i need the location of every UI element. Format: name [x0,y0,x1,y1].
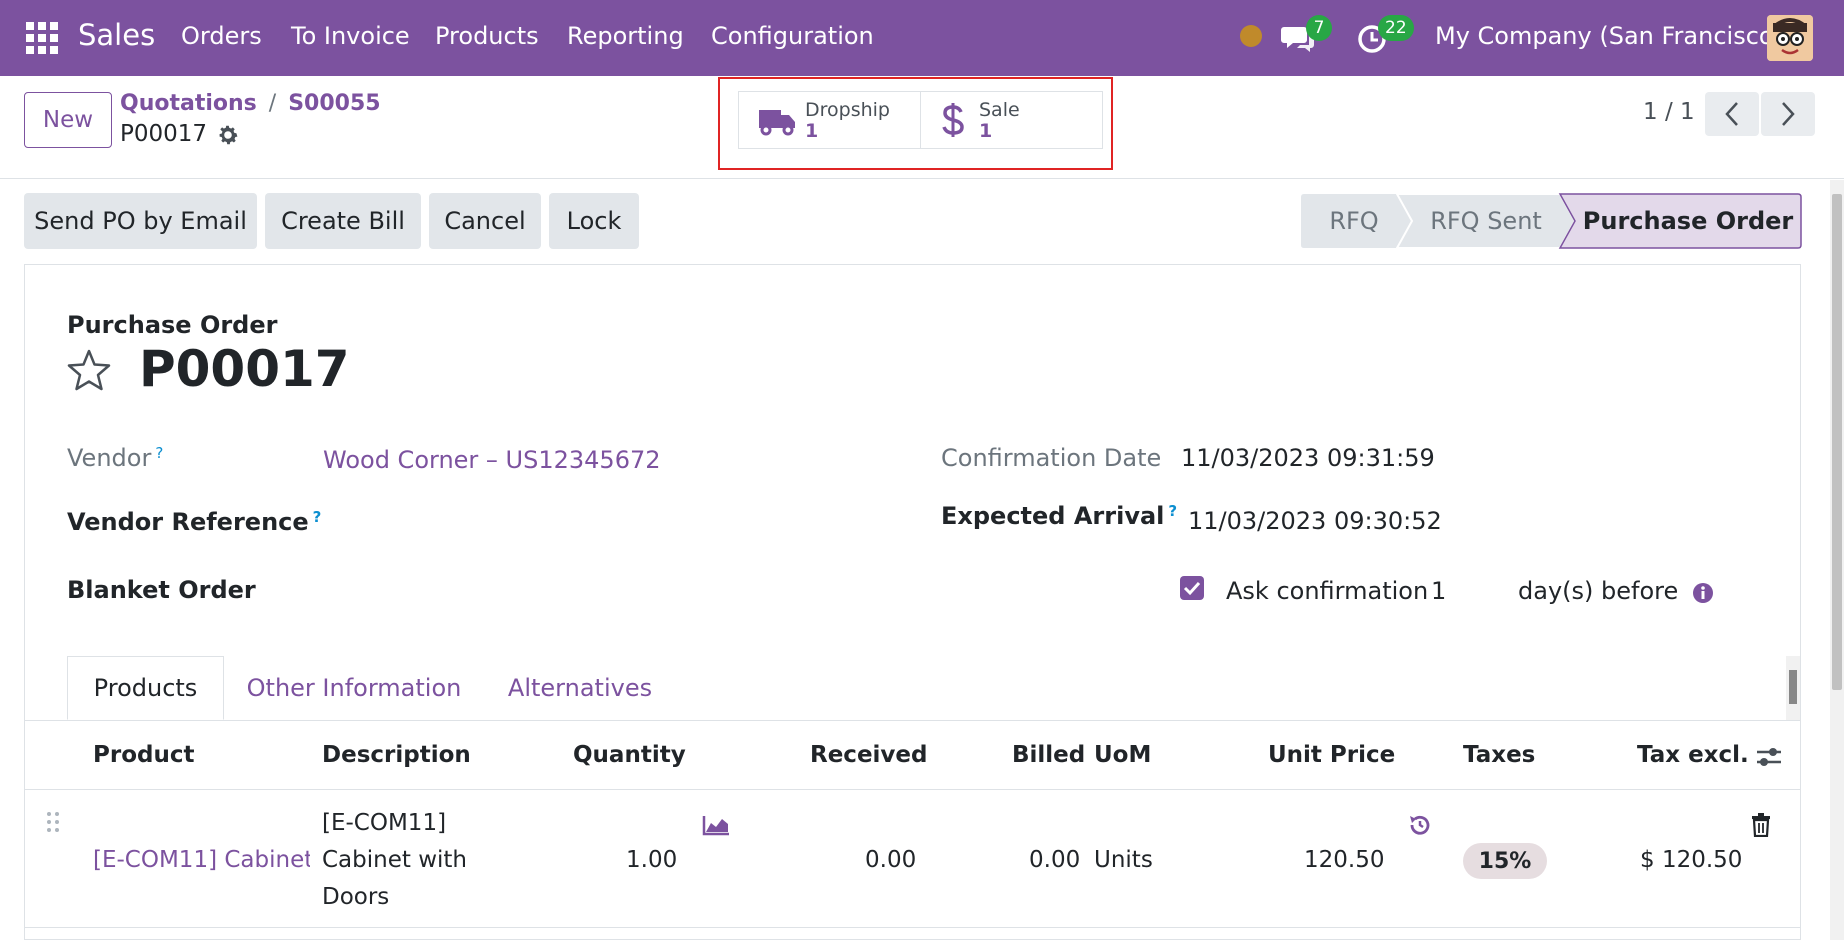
expected-arrival-help-icon[interactable]: ? [1168,502,1177,520]
stage-purchase-order[interactable]: Purchase Order [1575,193,1801,249]
pager-value[interactable]: 1 / 1 [1643,99,1695,125]
column-settings-icon[interactable] [1756,745,1782,769]
breadcrumb-sale-order[interactable]: S00055 [288,91,380,116]
tabs-underline [24,720,1801,721]
vendor-reference-help-icon[interactable]: ? [313,508,322,526]
row-billed: 0.00 [1029,847,1081,873]
app-grid-icon[interactable] [26,22,58,54]
col-taxes[interactable]: Taxes [1463,742,1535,768]
col-uom[interactable]: UoM [1094,742,1151,768]
menu-reporting[interactable]: Reporting [567,22,684,50]
forecast-chart-icon[interactable] [702,814,730,836]
truck-icon [759,110,795,136]
col-product[interactable]: Product [93,742,194,768]
sale-count: 1 [979,120,993,142]
ask-confirmation-days[interactable]: 1 [1431,577,1446,605]
record-name: P00017 [120,121,208,147]
control-panel-divider [0,178,1844,179]
row-description-line-2[interactable]: Cabinet with [322,847,467,873]
row-divider [24,927,1801,928]
days-before-label: day(s) before [1518,577,1679,605]
doc-type-label: Purchase Order [67,311,278,339]
row-description-line-3[interactable]: Doors [322,884,389,910]
header-divider [24,789,1801,790]
record-title: P00017 [139,340,350,398]
menu-orders[interactable]: Orders [181,22,262,50]
menu-to-invoice[interactable]: To Invoice [291,22,410,50]
row-tax-excl: $ 120.50 [1640,847,1743,873]
expected-arrival-value[interactable]: 11/03/2023 09:30:52 [1188,507,1442,535]
confirmation-date-value[interactable]: 11/03/2023 09:31:59 [1181,444,1435,472]
ask-confirmation-checkbox[interactable] [1180,576,1204,600]
confirmation-date-label: Confirmation Date [941,444,1162,472]
star-icon[interactable] [66,348,112,392]
vendor-help-icon[interactable]: ? [155,444,163,462]
create-bill-button[interactable]: Create Bill [265,193,421,249]
company-switcher[interactable]: My Company (San Francisco) [1435,22,1783,50]
trash-icon[interactable] [1751,813,1771,837]
menu-configuration[interactable]: Configuration [711,22,874,50]
breadcrumb-quotations[interactable]: Quotations [120,91,257,116]
user-avatar[interactable] [1767,15,1813,61]
tab-alternatives[interactable]: Alternatives [490,656,670,720]
price-history-icon[interactable] [1408,813,1432,837]
stage-rfq-sent[interactable]: RFQ Sent [1412,193,1560,249]
tab-scrollbar[interactable] [1786,656,1800,720]
dropship-label: Dropship [805,99,890,121]
chevron-left-icon [1725,102,1738,126]
pager-next-button[interactable] [1761,92,1815,136]
tab-other-information[interactable]: Other Information [232,656,476,720]
lock-button[interactable]: Lock [549,193,639,249]
row-unit-price[interactable]: 120.50 [1304,847,1384,873]
status-dot-icon[interactable] [1240,25,1262,47]
app-brand[interactable]: Sales [78,18,155,52]
col-description[interactable]: Description [322,742,471,768]
row-uom[interactable]: Units [1094,847,1153,873]
vendor-value[interactable]: Wood Corner – US12345672 [323,446,661,474]
col-tax-excl[interactable]: Tax excl. [1637,742,1749,768]
new-button[interactable]: New [24,92,112,148]
dropship-count: 1 [805,120,819,142]
tab-products[interactable]: Products [67,656,224,720]
info-icon[interactable] [1692,582,1714,604]
row-product[interactable]: [E-COM11] Cabinet w [93,847,310,873]
menu-products[interactable]: Products [435,22,539,50]
vendor-label: Vendor? [67,444,164,472]
send-po-email-button[interactable]: Send PO by Email [24,193,257,249]
sale-label: Sale [979,99,1020,121]
page-scrollbar[interactable] [1830,180,1844,940]
messages-badge: 7 [1306,15,1332,41]
dropship-smart-button[interactable]: Dropship 1 [738,91,921,149]
col-quantity[interactable]: Quantity [573,742,686,768]
gear-icon[interactable] [216,123,240,147]
activities-badge: 22 [1378,15,1414,41]
pager-previous-button[interactable] [1705,92,1759,136]
dollar-icon [942,103,964,137]
top-navbar: Sales Orders To Invoice Products Reporti… [0,0,1844,76]
cancel-button[interactable]: Cancel [429,193,541,249]
col-unit-price[interactable]: Unit Price [1268,742,1395,768]
chevron-right-icon [1782,102,1795,126]
row-tax-badge[interactable]: 15% [1463,843,1547,879]
col-received[interactable]: Received [810,742,927,768]
expected-arrival-label: Expected Arrival? [941,502,1178,530]
drag-handle-icon[interactable] [45,810,61,834]
breadcrumb: Quotations / S00055 [120,91,381,116]
ask-confirmation-label: Ask confirmation [1226,577,1429,605]
row-received: 0.00 [865,847,917,873]
blanket-order-label: Blanket Order [67,576,256,604]
sale-smart-button[interactable]: Sale 1 [920,91,1103,149]
row-description-line-1[interactable]: [E-COM11] [322,810,446,836]
col-billed[interactable]: Billed [1012,742,1085,768]
stage-rfq[interactable]: RFQ [1300,193,1408,249]
vendor-reference-label: Vendor Reference? [67,508,322,536]
row-quantity[interactable]: 1.00 [626,847,677,873]
